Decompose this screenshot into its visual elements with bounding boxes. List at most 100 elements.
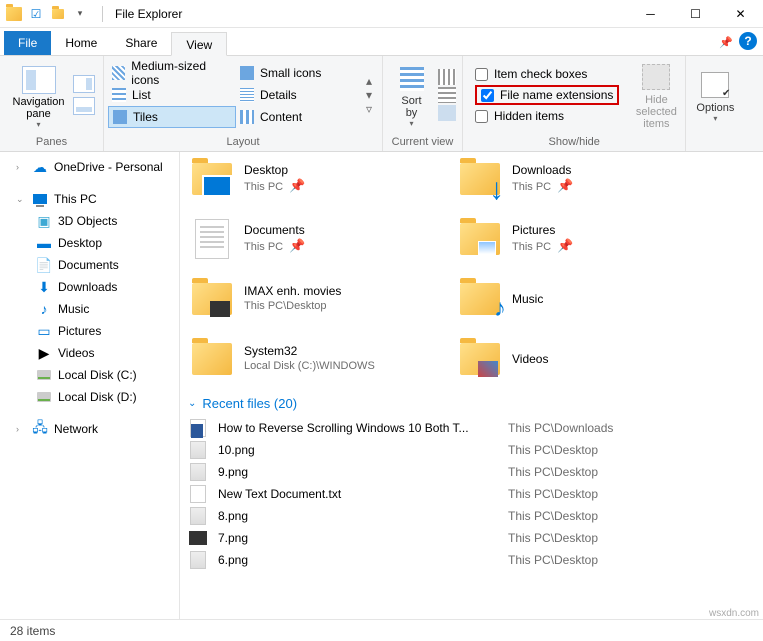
file-name-extensions-checkbox[interactable]: File name extensions xyxy=(475,85,619,105)
window-title: File Explorer xyxy=(111,7,628,21)
layout-list[interactable]: List xyxy=(108,84,236,106)
recent-file-location: This PC\Desktop xyxy=(508,531,598,545)
tab-view[interactable]: View xyxy=(171,32,227,56)
nav-desktop[interactable]: ▬Desktop xyxy=(0,232,179,254)
qat-new-folder[interactable] xyxy=(48,4,68,24)
nav-videos[interactable]: ▶Videos xyxy=(0,342,179,364)
tile-sub: This PC📌 xyxy=(512,238,573,255)
details-pane-button[interactable] xyxy=(73,97,95,115)
recent-file-location: This PC\Downloads xyxy=(508,421,613,435)
ribbon: Navigation pane ▾ Panes Medium-sized ico… xyxy=(0,56,763,152)
layout-details[interactable]: Details xyxy=(236,84,364,106)
nav-pictures[interactable]: ▭Pictures xyxy=(0,320,179,342)
tile-sub: This PC\Desktop xyxy=(244,299,341,314)
minimize-ribbon-icon[interactable]: 📌 xyxy=(719,36,733,49)
recent-file-name: New Text Document.txt xyxy=(218,487,498,501)
recent-file-name: 10.png xyxy=(218,443,498,457)
recent-file-row[interactable]: New Text Document.txt This PC\Desktop xyxy=(188,483,755,505)
pin-icon: 📌 xyxy=(557,178,573,193)
group-label-layout: Layout xyxy=(104,134,382,151)
recent-file-row[interactable]: 9.pngThis PC\Desktop xyxy=(188,461,755,483)
folder-icon: ↓ xyxy=(458,157,502,201)
tile-item[interactable]: IMAX enh. moviesThis PC\Desktop xyxy=(188,272,436,326)
nav-music[interactable]: ♪Music xyxy=(0,298,179,320)
layout-content[interactable]: Content xyxy=(236,106,364,128)
tile-item[interactable]: ↓ DownloadsThis PC📌 xyxy=(456,152,704,206)
recent-file-location: This PC\Desktop xyxy=(508,553,598,567)
navigation-tree[interactable]: ›☁OneDrive - Personal ⌄This PC ▣3D Objec… xyxy=(0,152,180,619)
group-label-showhide: Show/hide xyxy=(463,134,685,151)
maximize-button[interactable]: ☐ xyxy=(673,0,718,28)
nav-3d-objects[interactable]: ▣3D Objects xyxy=(0,210,179,232)
add-columns-button[interactable] xyxy=(438,87,456,103)
preview-pane-button[interactable] xyxy=(73,75,95,93)
item-check-boxes-checkbox[interactable]: Item check boxes xyxy=(475,67,619,81)
nav-onedrive[interactable]: ›☁OneDrive - Personal xyxy=(0,156,179,178)
tile-sub: This PC📌 xyxy=(244,178,305,195)
layout-gallery[interactable]: Medium-sized icons Small icons List Deta… xyxy=(106,60,366,130)
file-icon xyxy=(188,550,208,570)
recent-file-location: This PC\Desktop xyxy=(508,509,598,523)
tile-item[interactable]: DesktopThis PC📌 xyxy=(188,152,436,206)
help-icon[interactable]: ? xyxy=(739,32,757,50)
tile-sub: Local Disk (C:)\WINDOWS xyxy=(244,359,375,374)
close-button[interactable]: ✕ xyxy=(718,0,763,28)
navigation-pane-button[interactable]: Navigation pane ▾ xyxy=(6,62,71,129)
recent-file-row[interactable]: How to Reverse Scrolling Windows 10 Both… xyxy=(188,417,755,439)
file-list-area[interactable]: DesktopThis PC📌↓DownloadsThis PC📌Documen… xyxy=(180,152,763,619)
tile-name: Videos xyxy=(512,352,548,367)
qat-dropdown[interactable]: ▾ xyxy=(70,4,90,24)
tile-item[interactable]: PicturesThis PC📌 xyxy=(456,212,704,266)
recent-file-row[interactable]: 8.pngThis PC\Desktop xyxy=(188,505,755,527)
layout-scroll[interactable]: ▴▾▿ xyxy=(366,70,380,120)
recent-file-row[interactable]: 6.pngThis PC\Desktop xyxy=(188,549,755,571)
tile-sub: This PC📌 xyxy=(244,238,305,255)
recent-file-location: This PC\Desktop xyxy=(508,443,598,457)
folder-icon: ♪ xyxy=(458,277,502,321)
nav-network[interactable]: ›🖧Network xyxy=(0,418,179,440)
item-count: 28 items xyxy=(10,624,55,638)
nav-this-pc[interactable]: ⌄This PC xyxy=(0,188,179,210)
sort-by-button[interactable]: Sort by ▾ xyxy=(389,63,434,128)
qat-properties[interactable]: ☑ xyxy=(26,4,46,24)
recent-file-name: How to Reverse Scrolling Windows 10 Both… xyxy=(218,421,498,435)
group-label-currentview: Current view xyxy=(383,134,462,151)
hidden-items-checkbox[interactable]: Hidden items xyxy=(475,109,619,123)
tile-item[interactable]: System32Local Disk (C:)\WINDOWS xyxy=(188,332,436,386)
tile-name: Downloads xyxy=(512,163,573,178)
tile-sub: This PC📌 xyxy=(512,178,573,195)
tile-item[interactable]: ♪Music xyxy=(456,272,704,326)
nav-local-disk-d[interactable]: Local Disk (D:) xyxy=(0,386,179,408)
recent-file-row[interactable]: 7.pngThis PC\Desktop xyxy=(188,527,755,549)
recent-file-name: 9.png xyxy=(218,465,498,479)
folder-icon xyxy=(190,217,234,261)
recent-file-row[interactable]: 10.png This PC\Desktop xyxy=(188,439,755,461)
watermark: wsxdn.com xyxy=(709,608,759,619)
hide-selected-items-button[interactable]: Hide selected items xyxy=(633,60,679,130)
layout-small-icons[interactable]: Small icons xyxy=(236,62,364,84)
recent-file-location: This PC\Desktop xyxy=(508,487,598,501)
layout-tiles[interactable]: Tiles xyxy=(108,106,236,128)
nav-downloads[interactable]: ⬇Downloads xyxy=(0,276,179,298)
ribbon-tabs: File Home Share View 📌 ? xyxy=(0,28,763,56)
tab-file[interactable]: File xyxy=(4,31,51,55)
tab-share[interactable]: Share xyxy=(111,31,171,55)
minimize-button[interactable]: ─ xyxy=(628,0,673,28)
pin-icon: 📌 xyxy=(557,238,573,253)
tile-item[interactable]: Videos xyxy=(456,332,704,386)
tile-name: IMAX enh. movies xyxy=(244,284,341,299)
tile-name: System32 xyxy=(244,344,375,359)
nav-documents[interactable]: 📄Documents xyxy=(0,254,179,276)
file-icon xyxy=(188,528,208,548)
folder-icon xyxy=(190,277,234,321)
recent-files-header[interactable]: ⌄Recent files (20) xyxy=(188,396,755,411)
size-columns-button[interactable] xyxy=(438,105,456,121)
options-button[interactable]: ✔ Options ▾ xyxy=(692,68,738,123)
tile-name: Desktop xyxy=(244,163,305,178)
nav-local-disk-c[interactable]: Local Disk (C:) xyxy=(0,364,179,386)
pin-icon: 📌 xyxy=(289,238,305,253)
tile-item[interactable]: DocumentsThis PC📌 xyxy=(188,212,436,266)
tab-home[interactable]: Home xyxy=(51,31,111,55)
layout-medium-icons[interactable]: Medium-sized icons xyxy=(108,62,236,84)
group-by-button[interactable] xyxy=(438,69,456,85)
